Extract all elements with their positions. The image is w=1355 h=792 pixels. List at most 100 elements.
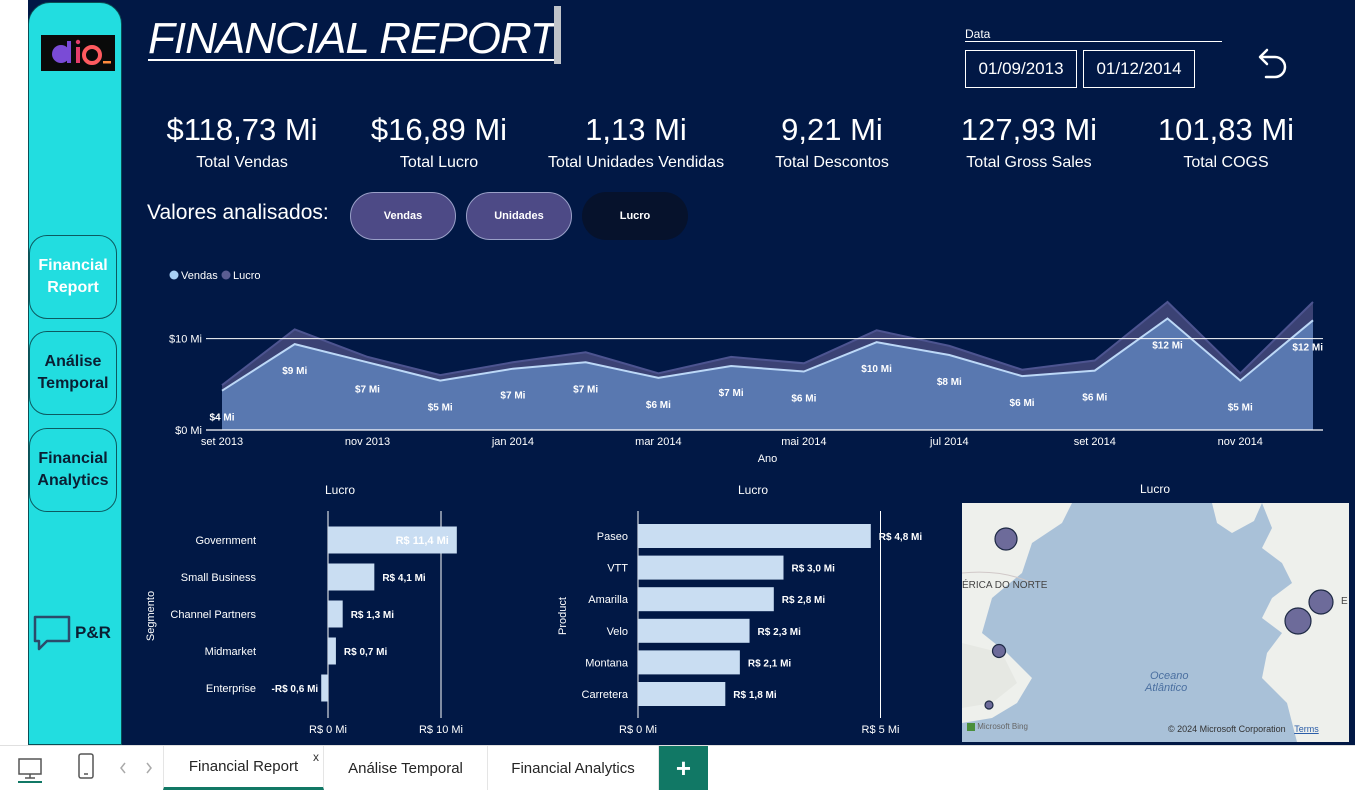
kpi-value: 101,83 Mi [1157, 112, 1295, 147]
x-tick-label: nov 2013 [345, 436, 390, 448]
map-provider: Microsoft Bing [967, 722, 1028, 731]
tab-label: Financial Analytics [511, 759, 635, 777]
tab-label: Análise Temporal [348, 759, 463, 777]
data-label: $5 Mi [428, 403, 453, 414]
x-tick-label: set 2014 [1074, 436, 1116, 448]
x-tick-label: jan 2014 [491, 436, 534, 448]
toggle-vendas-button[interactable]: Vendas [350, 192, 456, 240]
category-label: Channel Partners [170, 609, 256, 621]
data-label: $6 Mi [791, 393, 816, 404]
category-label: Amarilla [588, 594, 629, 606]
kpi-label: Total Lucro [399, 154, 479, 171]
kpi-value: $118,73 Mi [166, 112, 318, 147]
kpi-total-vendas: $118,73 Mi Total Vendas [144, 110, 340, 172]
data-label: R$ 2,1 Mi [748, 658, 792, 669]
toggle-lucro-button[interactable]: Lucro [582, 192, 688, 240]
data-label: $12 Mi [1152, 340, 1183, 351]
data-label: $5 Mi [1228, 403, 1253, 414]
bar [638, 618, 750, 643]
date-end-input[interactable]: 01/12/2014 [1083, 50, 1195, 88]
bar [638, 587, 774, 612]
map-attribution: © 2024 Microsoft Corporation Terms [1168, 724, 1319, 734]
chart-title: Lucro [325, 483, 355, 497]
scroll-tabs-left-button[interactable] [116, 758, 130, 778]
map[interactable]: ÉRICA DO NORTE Oceano Atlântico E Micros… [962, 503, 1349, 742]
kpi-label: Total Vendas [196, 154, 288, 171]
kpi-total-lucro: $16,89 Mi Total Lucro [341, 110, 537, 172]
nav-financial-analytics[interactable]: Financial Analytics [29, 428, 117, 512]
kpi-value: $16,89 Mi [370, 112, 508, 147]
nav-financial-report[interactable]: Financial Report [29, 235, 117, 319]
x-tick-label: mai 2014 [781, 436, 826, 448]
x-tick-label: jul 2014 [929, 436, 969, 448]
x-tick-label: nov 2014 [1218, 436, 1263, 448]
category-label: Midmarket [205, 646, 256, 658]
bar [638, 650, 740, 675]
kpi-value: 127,93 Mi [960, 112, 1098, 147]
data-label: $7 Mi [355, 384, 380, 395]
add-page-button[interactable]: + [659, 746, 708, 790]
data-label: $7 Mi [500, 391, 525, 402]
data-label: $6 Mi [646, 400, 671, 411]
data-label: $9 Mi [282, 366, 307, 377]
data-label: $10 Mi [861, 364, 892, 375]
x-tick-label: set 2013 [201, 436, 243, 448]
qa-label: P&R [75, 623, 111, 642]
kpi-label: Total Unidades Vendidas [547, 154, 725, 171]
bar [638, 524, 871, 548]
kpi-value: 1,13 Mi [585, 112, 687, 147]
category-label: Enterprise [206, 683, 256, 695]
category-label: Government [195, 535, 256, 547]
series-area [222, 318, 1313, 430]
data-label: R$ 3,0 Mi [792, 564, 836, 575]
kpi-total-descontos: 9,21 Mi Total Descontos [734, 110, 930, 172]
y-tick-label: $10 Mi [169, 334, 202, 346]
toggle-unidades-button[interactable]: Unidades [466, 192, 572, 240]
bar [328, 637, 336, 665]
data-label: $7 Mi [573, 384, 598, 395]
dio-logo [41, 35, 115, 71]
data-label: R$ 4,8 Mi [879, 532, 923, 543]
tab-financial-analytics[interactable]: Financial Analytics [488, 746, 659, 790]
category-label: Carretera [582, 689, 629, 701]
mobile-view-button[interactable] [76, 752, 96, 782]
kpi-label: Total Gross Sales [966, 154, 1092, 171]
kpi-total-cogs: 101,83 Mi Total COGS [1128, 110, 1324, 172]
close-tab-button[interactable]: x [313, 750, 319, 764]
chat-bubble-icon [33, 615, 71, 651]
undo-arrow-icon [1258, 48, 1287, 79]
nav-analise-temporal[interactable]: Análise Temporal [29, 331, 117, 415]
tab-analise-temporal[interactable]: Análise Temporal [324, 746, 488, 790]
x-tick-label: mar 2014 [635, 436, 681, 448]
back-button[interactable] [1252, 44, 1290, 82]
data-label: $6 Mi [1082, 393, 1107, 404]
x-tick-label: R$ 10 Mi [419, 724, 463, 736]
map-bubble [994, 527, 1018, 551]
map-bubble [984, 700, 994, 710]
legend-label: Lucro [233, 270, 261, 282]
bar [328, 563, 375, 591]
x-tick-label: R$ 0 Mi [309, 724, 347, 736]
category-label: Velo [607, 626, 628, 638]
tab-financial-report[interactable]: Financial Report x [163, 746, 324, 790]
data-label: R$ 11,4 Mi [396, 535, 449, 547]
category-label: Paseo [597, 531, 628, 543]
bar [328, 600, 343, 628]
y-axis-title: Product [557, 597, 569, 635]
desktop-view-button[interactable] [16, 754, 44, 784]
x-tick-label: R$ 0 Mi [619, 724, 657, 736]
kpi-label: Total Descontos [775, 154, 889, 171]
qa-button[interactable]: P&R [33, 611, 121, 655]
map-title: Lucro [1140, 482, 1171, 496]
map-bubbles [984, 527, 1334, 710]
x-tick-label: R$ 5 Mi [862, 724, 900, 736]
x-axis-title: Ano [758, 453, 778, 465]
chevron-left-icon [120, 762, 126, 774]
date-start-input[interactable]: 01/09/2013 [965, 50, 1077, 88]
data-label: $4 Mi [209, 413, 234, 424]
map-terms-link[interactable]: Terms [1294, 724, 1319, 734]
scroll-tabs-right-button[interactable] [142, 758, 156, 778]
map-bubble [991, 643, 1007, 659]
bar [638, 682, 726, 706]
data-label: -R$ 0,6 Mi [272, 684, 319, 695]
